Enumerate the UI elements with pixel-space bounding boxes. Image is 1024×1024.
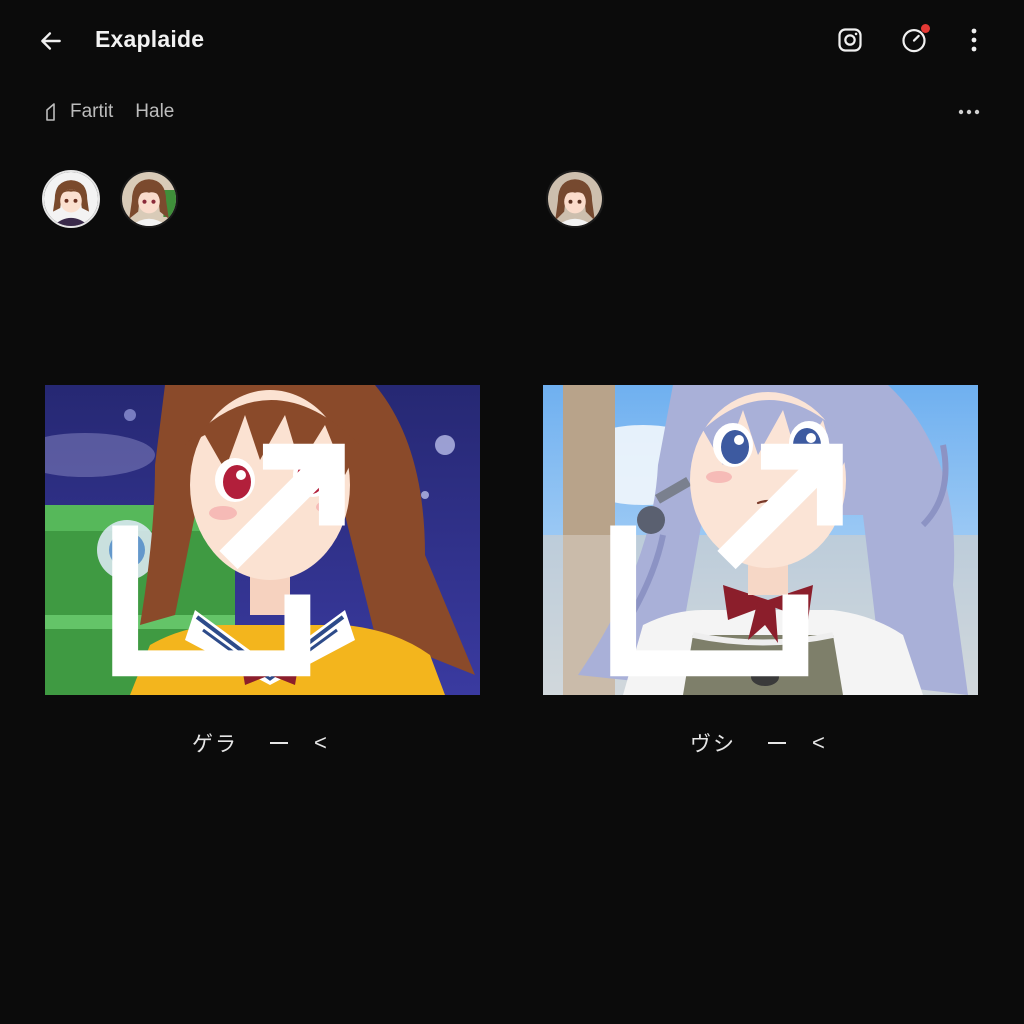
chevron-left-icon[interactable]: <: [812, 730, 827, 756]
camera-button[interactable]: [832, 22, 868, 58]
timer-button[interactable]: [896, 22, 932, 58]
caption-text: ゲラ: [192, 733, 238, 756]
back-arrow-icon: [41, 32, 61, 50]
avatar[interactable]: [546, 170, 604, 228]
avatar[interactable]: [120, 170, 178, 228]
card-caption: ヴシ <: [690, 728, 827, 758]
dash-divider: [270, 742, 288, 744]
chevron-left-icon[interactable]: <: [314, 730, 329, 756]
more-vertical-icon: [971, 28, 977, 52]
dash-divider: [768, 742, 786, 744]
card-caption: ゲラ <: [192, 728, 329, 758]
share-icon[interactable]: [543, 405, 944, 695]
tab-hale[interactable]: Hale: [135, 101, 174, 123]
more-options-button[interactable]: [960, 22, 988, 58]
more-horizontal-icon: [958, 109, 980, 115]
share-icon[interactable]: [45, 405, 446, 695]
caption-text: ヴシ: [690, 733, 736, 756]
anime-illustration-card[interactable]: [543, 385, 978, 695]
camera-icon: [838, 28, 862, 52]
page-title: Exaplaide: [95, 26, 205, 52]
subbar-more-button[interactable]: [952, 98, 986, 126]
avatar[interactable]: [42, 170, 100, 228]
notification-badge: [921, 24, 930, 33]
tab-fartit[interactable]: Fartit: [70, 101, 113, 123]
back-button[interactable]: [34, 24, 68, 58]
folder-outline-icon: [46, 103, 55, 121]
filter-bar: Fartit Hale: [44, 100, 174, 124]
anime-illustration-card[interactable]: [45, 385, 480, 695]
